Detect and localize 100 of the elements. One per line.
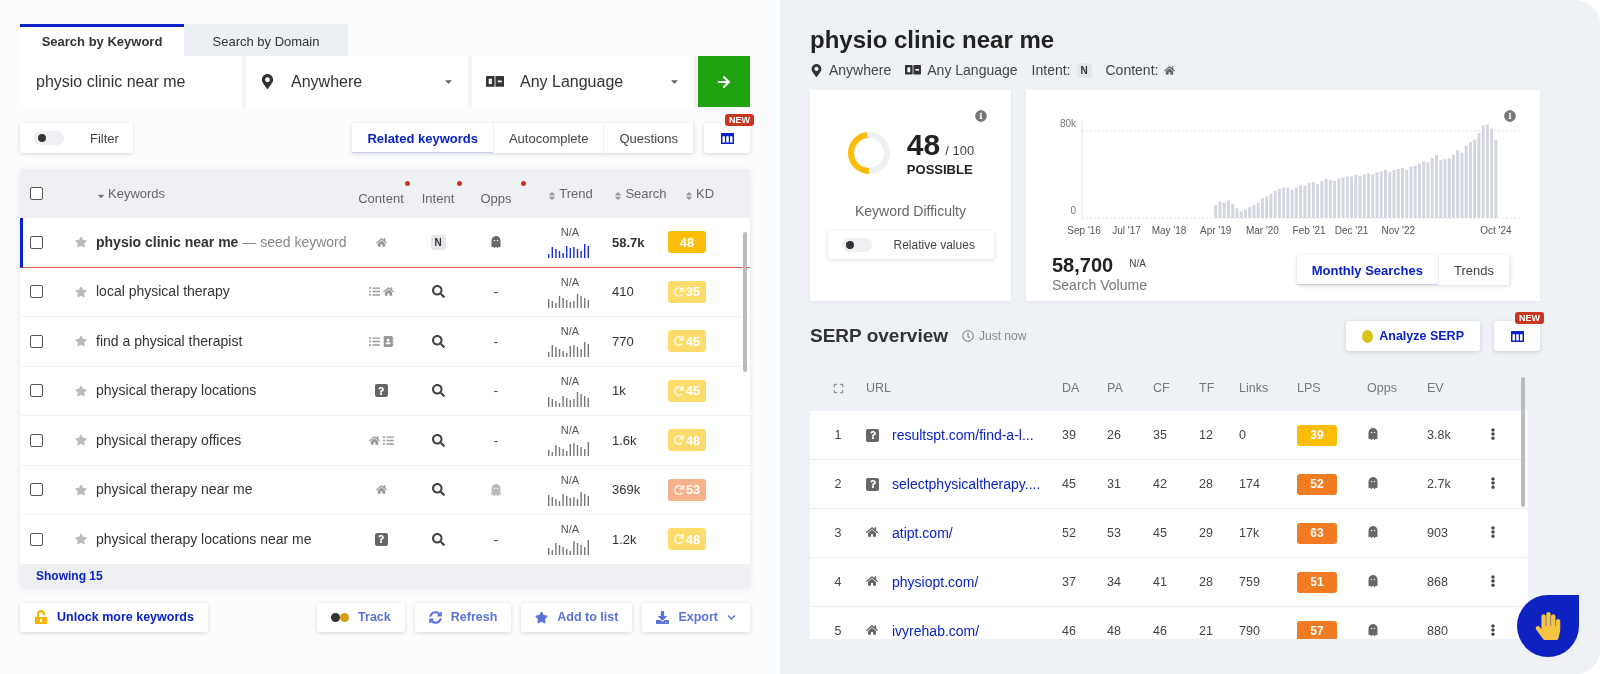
search-icon: [431, 384, 445, 398]
action-button[interactable]: Track: [317, 602, 405, 632]
search-volume: 770: [612, 333, 635, 349]
column-header[interactable]: Keywords: [96, 186, 350, 201]
mode-tab[interactable]: Autocomplete: [493, 123, 605, 153]
lps-badge: 39: [1297, 424, 1337, 446]
column-header: URL: [866, 381, 892, 395]
kd-badge: 48: [668, 429, 706, 452]
checkbox[interactable]: [30, 433, 43, 447]
column-header: Links: [1239, 381, 1270, 395]
difficulty-score: 48: [906, 128, 941, 161]
kd-badge: 48: [668, 528, 706, 551]
language-select[interactable]: Any Language: [472, 56, 694, 107]
ghost-icon: [1367, 623, 1379, 636]
search-volume: 1k: [612, 383, 627, 399]
keyword-row[interactable]: physical therapy locations - N/A 1k 45: [20, 366, 750, 416]
keyword-row[interactable]: local physical therapy - N/A 410 35: [20, 267, 750, 317]
checkbox[interactable]: [30, 235, 43, 249]
keyword-text: physical therapy near me: [96, 482, 254, 498]
chevron-icon: [727, 612, 736, 622]
table-cell-text: 29: [1199, 526, 1214, 540]
checkbox[interactable]: [30, 384, 43, 398]
table-cell-text: 0: [1239, 428, 1247, 442]
keyword-row[interactable]: physio clinic near me — seed keyword N N/A 58.7k 48: [20, 218, 750, 268]
checkbox[interactable]: [30, 532, 43, 546]
kd-badge: 53: [668, 478, 706, 501]
columns-icon: [720, 132, 734, 144]
table-cell-text: 28: [1199, 575, 1214, 589]
result-link[interactable]: ivyrehab.com/: [892, 623, 1062, 639]
column-header[interactable]: Intent: [412, 181, 464, 206]
unlock-icon: [34, 610, 48, 624]
columns-button[interactable]: [1494, 321, 1540, 351]
action-button[interactable]: Add to list: [521, 602, 633, 632]
keyword-row[interactable]: physical therapy near me N/A 369k 53: [20, 465, 750, 515]
mode-tab[interactable]: Questions: [604, 123, 694, 153]
column-header: TF: [1199, 381, 1216, 395]
kd-badge: 35: [668, 280, 706, 303]
waving-hand-icon: [1534, 612, 1562, 640]
info-icon[interactable]: [975, 110, 987, 122]
home-icon: [866, 623, 878, 636]
location-text: Anywhere: [829, 62, 892, 78]
table-cell-text: 26: [1107, 428, 1122, 442]
map-pin-icon: [810, 63, 823, 77]
ghost-icon: [1367, 525, 1379, 538]
column-header[interactable]: Trend: [528, 186, 612, 201]
info-icon[interactable]: [1504, 110, 1516, 122]
column-header[interactable]: Content: [350, 181, 412, 206]
axis-label: 0: [1070, 205, 1076, 216]
checkbox[interactable]: [30, 285, 43, 299]
keyword-text: physical therapy offices: [96, 432, 243, 448]
kd-badge: 48: [668, 231, 706, 254]
trend-value: N/A: [560, 325, 580, 338]
volume-tab[interactable]: Monthly Searches: [1296, 255, 1439, 285]
trend-value: N/A: [560, 424, 580, 437]
mode-tab[interactable]: Related keywords: [352, 123, 494, 153]
relative-values-toggle[interactable]: Relative values: [827, 231, 994, 259]
location-select[interactable]: Anywhere: [246, 56, 468, 107]
keyword-input[interactable]: physio clinic near me: [20, 56, 242, 107]
difficulty-gauge: [846, 130, 891, 175]
home-icon: [382, 286, 394, 298]
result-link[interactable]: physiopt.com/: [892, 574, 1062, 590]
result-link[interactable]: resultspt.com/find-a-l...: [892, 427, 1062, 443]
column-header[interactable]: Opps: [464, 181, 528, 206]
ghost-icon: [490, 236, 502, 249]
keyword-text: find a physical therapist: [96, 333, 244, 349]
checkbox[interactable]: [30, 334, 43, 348]
result-link[interactable]: atipt.com/: [892, 525, 1062, 541]
home-icon: [866, 525, 878, 538]
search-volume: 1.2k: [612, 531, 638, 547]
search-volume: 410: [612, 284, 635, 300]
keyword-row[interactable]: physical therapy offices - N/A 1.6k 48: [20, 416, 750, 466]
action-button[interactable]: Unlock more keywords: [20, 602, 208, 632]
search-tab[interactable]: Search by Domain: [184, 24, 348, 56]
result-link[interactable]: selectphysicaltherapy....: [892, 476, 1062, 492]
home-icon: [375, 484, 387, 496]
volume-tab[interactable]: Trends: [1439, 255, 1510, 285]
axis-label: Oct '24: [1480, 225, 1512, 236]
keyword-row[interactable]: find a physical therapist - N/A 770 45: [20, 317, 750, 367]
kd-badge: 45: [668, 330, 706, 353]
axis-label: Apr '19: [1200, 225, 1232, 236]
axis-label: Sep '16: [1067, 225, 1101, 236]
scrollbar[interactable]: [743, 232, 747, 372]
action-button[interactable]: Export: [642, 602, 750, 632]
table-cell-text: 880: [1427, 624, 1449, 638]
column-header: DA: [1062, 381, 1081, 395]
columns-button[interactable]: [704, 123, 750, 153]
search-tab[interactable]: Search by Keyword: [20, 24, 184, 56]
opps-value: -: [493, 432, 499, 448]
action-button[interactable]: Refresh: [414, 602, 512, 632]
trend-value: N/A: [560, 226, 580, 239]
filter-toggle[interactable]: Filter: [20, 123, 133, 153]
rank-number: 4: [834, 575, 842, 589]
analyze-serp-button[interactable]: Analyze SERP: [1346, 321, 1480, 351]
column-header[interactable]: KD: [668, 186, 730, 201]
checkbox[interactable]: [30, 187, 43, 200]
keyword-row[interactable]: physical therapy locations near me - N/A 1.2k 48: [20, 515, 750, 565]
table-cell-text: 759: [1239, 575, 1261, 589]
column-header[interactable]: Search: [612, 186, 668, 201]
checkbox[interactable]: [30, 483, 43, 497]
scrollbar[interactable]: [1521, 377, 1525, 507]
